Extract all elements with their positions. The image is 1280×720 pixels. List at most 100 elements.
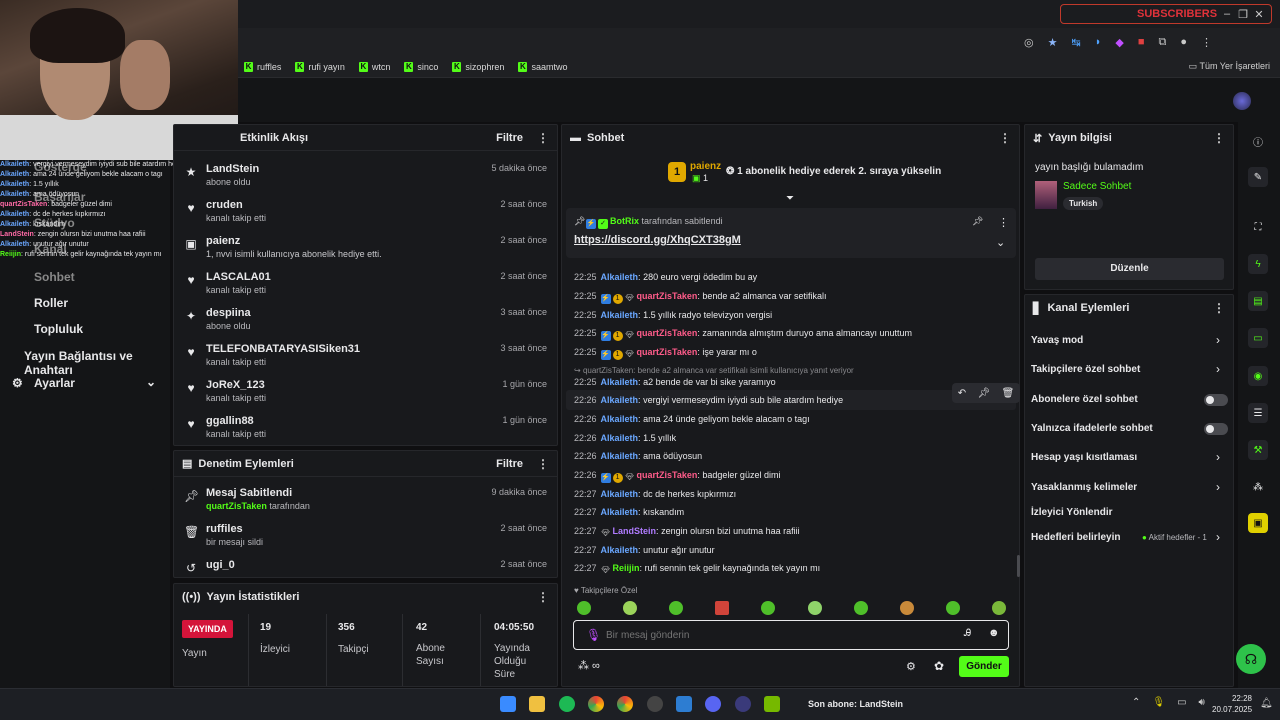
chat-icon[interactable]: ▭ (1248, 328, 1268, 348)
bookmark[interactable]: Krufi yayın (295, 61, 345, 72)
pinned-link[interactable]: https://discord.gg/XhqCXT38gM (574, 234, 741, 246)
action-subscribers-only[interactable]: Abonelere özel sohbet (1031, 394, 1138, 405)
emote-icon[interactable] (946, 601, 960, 615)
chevron-right-icon[interactable]: › (1216, 333, 1220, 347)
chevron-down-icon[interactable]: ⌄ (146, 375, 156, 389)
emote-icon[interactable] (623, 601, 637, 615)
more-icon[interactable]: ⋮ (537, 131, 549, 145)
user-avatar[interactable] (1233, 92, 1251, 110)
start-icon[interactable] (500, 696, 516, 712)
emote-only-toggle[interactable] (1204, 423, 1228, 435)
chat-message[interactable]: 22:25 ⚡ 1 💎︎ quartZisTaken: bende a2 almanca… (574, 291, 826, 304)
extension-icon[interactable]: ◗ (1095, 36, 1102, 50)
extension-icon-2[interactable]: ◆ (1115, 36, 1123, 50)
app-icon-2[interactable] (735, 696, 751, 712)
translate-icon[interactable]: ↹ (1071, 36, 1080, 50)
emote-icon[interactable] (900, 601, 914, 615)
extension-icon-3[interactable]: ■ (1138, 36, 1145, 50)
more-icon[interactable]: ⋮ (537, 457, 549, 471)
eye-off-icon[interactable]: ◎ (1024, 36, 1034, 50)
edit-button[interactable]: Düzenle (1035, 258, 1224, 280)
bookmark[interactable]: Ksizophren (452, 61, 504, 72)
mic-icon[interactable]: 🎙︎ (1152, 697, 1165, 708)
action-set-goals[interactable]: Hedefleri belirleyin (1031, 532, 1120, 543)
menu-icon[interactable]: ⋮ (1201, 36, 1212, 50)
action-emote-only[interactable]: Yalnızca ifadelerle sohbet (1031, 423, 1153, 434)
puzzle-icon[interactable]: ✿ (934, 659, 944, 673)
wrench-icon[interactable]: ⚒ (1248, 440, 1268, 460)
emote-icon[interactable] (808, 601, 822, 615)
chevron-down-icon[interactable]: ⌄ (996, 236, 1005, 249)
app-icon[interactable] (676, 696, 692, 712)
action-slow-mode[interactable]: Yavaş mod (1031, 335, 1083, 346)
sidebar-item-stream-key[interactable]: Yayın Bağlantısı ve Anahtarı (24, 349, 170, 377)
chat-message[interactable]: 22:25 Alkaileth: 1.5 yıllık radyo televiz… (574, 310, 772, 320)
chat-message[interactable]: 22:27 💎︎ LandStein: zengin olursn bizi unu… (574, 526, 800, 539)
gifter-name[interactable]: paienz (690, 161, 721, 172)
unpin-icon[interactable]: 📌︎ (972, 216, 983, 227)
more-icon[interactable]: ⋮ (537, 590, 549, 604)
emote-icon[interactable] (669, 601, 683, 615)
chevron-right-icon[interactable]: › (1216, 362, 1220, 376)
volume-icon[interactable]: 🔊︎ (1199, 697, 1205, 708)
star-icon[interactable]: ★ (1048, 36, 1058, 50)
filter-button[interactable]: Filtre (496, 458, 523, 470)
microphone-icon[interactable]: 🎙︎ (586, 628, 601, 642)
more-icon[interactable]: ⋮ (998, 216, 1009, 229)
notification-icon[interactable]: 🔔︎ (1260, 698, 1273, 709)
chat-scrollbar[interactable] (1017, 555, 1020, 577)
chat-message[interactable]: 22:27 Alkaileth: kıskandım (574, 507, 684, 517)
sidebar-item-community[interactable]: Topluluk (34, 322, 83, 336)
reply-icon[interactable]: ↶ (958, 388, 966, 399)
emoji-icon[interactable]: ☻ (988, 627, 1000, 639)
chevron-right-icon[interactable]: › (1216, 480, 1220, 494)
chat-message[interactable]: 22:27 💎︎ Reiijin: rufi sennin tek gelir ka… (574, 563, 820, 576)
action-account-age[interactable]: Hesap yaşı kısıtlaması (1031, 452, 1137, 463)
chrome-icon-2[interactable] (617, 696, 633, 712)
emote-icon[interactable] (854, 601, 868, 615)
collapse-icon[interactable]: ⏷ (786, 193, 794, 204)
subscribers-only-toggle[interactable] (1204, 394, 1228, 406)
chat-input[interactable] (606, 626, 936, 644)
chevron-right-icon[interactable]: › (1216, 450, 1220, 464)
clapper-icon[interactable]: ▣ (1248, 513, 1268, 533)
bookmark[interactable]: Ksaamtwo (518, 61, 567, 72)
broadcast-icon[interactable]: ◉ (1248, 366, 1268, 386)
trash-icon[interactable]: 🗑︎ (1002, 388, 1015, 399)
kick-logo-icon[interactable]: ⁂ (1248, 477, 1268, 497)
kick-logo-icon[interactable]: ⁂ ∞ (578, 659, 600, 672)
clipboard-icon[interactable]: ▤ (1248, 291, 1268, 311)
sidebar-item-settings[interactable]: Ayarlar (34, 376, 75, 390)
chat-message[interactable]: 22:26 ⚡ 1 💎︎ quartZisTaken: badgeler güzel d… (574, 470, 780, 483)
chat-message[interactable]: 22:27 Alkaileth: unutur ağır unutur (574, 545, 715, 555)
chat-message[interactable]: 22:27 Alkaileth: dc de herkes kıpkırmızı (574, 489, 736, 499)
info-icon[interactable]: ⓘ (1248, 131, 1268, 151)
crop-icon[interactable]: ⛶ (1248, 217, 1268, 237)
chat-message[interactable]: 22:25 Alkaileth: a2 bende de var bi sike … (574, 377, 776, 387)
spotify-icon[interactable] (559, 696, 575, 712)
chat-message[interactable]: 22:26 Alkaileth: vergiyi vermeseydim iyiy… (574, 395, 843, 405)
gear-icon[interactable]: ⚙ (906, 660, 916, 673)
profile-icon[interactable]: ● (1180, 36, 1187, 50)
chevron-up-icon[interactable]: ⌃ (1132, 697, 1140, 708)
network-icon[interactable]: ▭ (1177, 697, 1186, 708)
action-followers-only[interactable]: Takipçilere özel sohbet (1031, 364, 1140, 375)
chat-message[interactable]: 22:25 Alkaileth: 280 euro vergi ödedim bu… (574, 272, 757, 282)
explorer-icon[interactable] (529, 696, 545, 712)
chat-message[interactable]: 22:26 Alkaileth: ama ödüyosun (574, 451, 702, 461)
more-icon[interactable]: ⋮ (999, 131, 1011, 145)
bookmark[interactable]: Ksinco (404, 61, 438, 72)
translate-icon[interactable]: Ꭿ (964, 628, 971, 639)
sidebar-item-roles[interactable]: Roller (34, 296, 68, 310)
emote-icon[interactable] (992, 601, 1006, 615)
all-bookmarks[interactable]: ▭ Tüm Yer İşaretleri (1189, 61, 1270, 72)
nvidia-icon[interactable] (764, 696, 780, 712)
more-icon[interactable]: ⋮ (1213, 131, 1225, 145)
emote-icon[interactable] (577, 601, 591, 615)
chat-message[interactable]: 22:26 Alkaileth: ama 24 ünde geliyom bekl… (574, 414, 810, 424)
bookmark[interactable]: Kruffles (244, 61, 281, 72)
layers-icon[interactable]: ☰ (1248, 403, 1268, 423)
puzzle-icon[interactable]: ⧉ (1158, 36, 1166, 50)
more-icon[interactable]: ⋮ (1213, 301, 1225, 315)
emote-icon[interactable] (715, 601, 729, 615)
